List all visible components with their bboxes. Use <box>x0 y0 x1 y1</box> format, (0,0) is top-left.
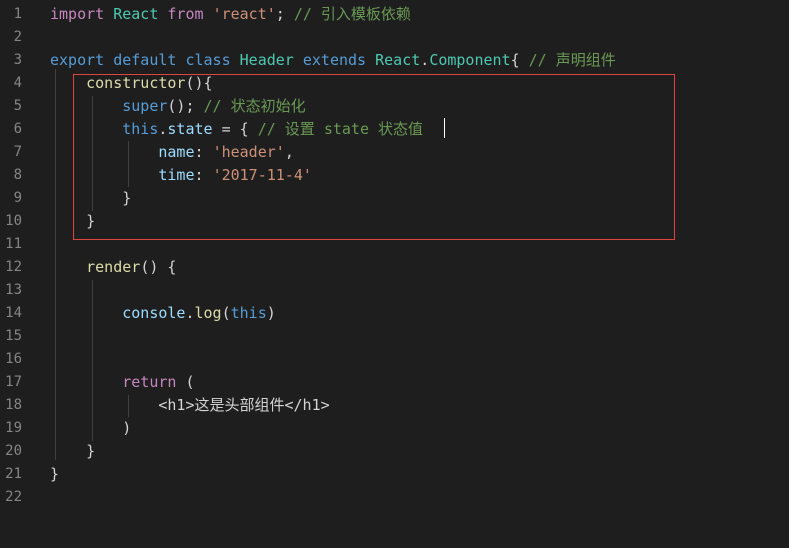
code-line[interactable]: 13 <box>0 279 789 302</box>
code-text[interactable]: render() { <box>50 256 176 279</box>
code-line[interactable]: 14 console.log(this) <box>0 302 789 325</box>
line-number: 20 <box>5 443 22 459</box>
code-line[interactable]: 15 <box>0 325 789 348</box>
code-text[interactable]: import React from 'react'; // 引入模板依赖 <box>50 3 411 26</box>
line-number: 13 <box>5 282 22 298</box>
code-token: } <box>50 465 60 483</box>
line-number: 8 <box>13 167 22 183</box>
line-number: 18 <box>5 397 22 413</box>
code-line[interactable]: 22 <box>0 486 789 509</box>
code-token: ; <box>275 5 294 23</box>
code-token: import <box>50 5 105 23</box>
code-token: Component <box>429 51 511 69</box>
indent-guide <box>128 395 129 417</box>
line-number: 9 <box>13 190 22 206</box>
code-line[interactable]: 20 } <box>0 440 789 463</box>
code-text[interactable]: export default class Header extends Reac… <box>50 49 616 72</box>
line-number: 2 <box>13 29 22 45</box>
code-line[interactable]: 17 return ( <box>0 371 789 394</box>
code-token: export <box>50 51 105 69</box>
code-token: React <box>375 51 421 69</box>
code-token: console <box>122 304 186 322</box>
code-token: class <box>185 51 231 69</box>
highlight-annotation-box <box>73 74 675 240</box>
line-number: 10 <box>5 213 22 229</box>
code-text[interactable]: return ( <box>50 371 195 394</box>
code-line[interactable]: 2 <box>0 26 789 49</box>
code-token: // 声明组件 <box>528 51 616 69</box>
line-number: 12 <box>5 259 22 275</box>
code-token: ) <box>266 304 276 322</box>
code-token: . <box>420 51 430 69</box>
code-token: () { <box>140 258 177 276</box>
code-token: ) <box>122 419 132 437</box>
code-token: render <box>86 258 141 276</box>
text-cursor <box>444 118 445 138</box>
code-line[interactable]: 21} <box>0 463 789 486</box>
line-number: 4 <box>13 75 22 91</box>
code-token: Header <box>239 51 294 69</box>
indent-guide <box>55 69 56 460</box>
code-token: this <box>230 304 267 322</box>
code-line[interactable]: 12 render() { <box>0 256 789 279</box>
line-number: 14 <box>5 305 22 321</box>
line-number: 11 <box>5 236 22 252</box>
line-number: 5 <box>13 98 22 114</box>
code-text[interactable]: } <box>50 440 95 463</box>
code-token: ( <box>176 373 195 391</box>
code-editor[interactable]: 1 import React from 'react'; // 引入模板依赖 2 3 e… <box>0 0 789 548</box>
code-text[interactable]: } <box>50 463 59 486</box>
code-token: . <box>185 304 195 322</box>
code-token: 'react' <box>212 5 276 23</box>
code-token: React <box>113 5 159 23</box>
indent-guide <box>92 280 93 441</box>
code-token: log <box>194 304 222 322</box>
code-token: <h1>这是头部组件</h1> <box>158 396 330 414</box>
line-number: 17 <box>5 374 22 390</box>
line-number: 7 <box>13 144 22 160</box>
code-line[interactable]: 19 ) <box>0 417 789 440</box>
code-token: } <box>86 442 96 460</box>
code-line[interactable]: 18 <h1>这是头部组件</h1> <box>0 394 789 417</box>
code-line[interactable]: 16 <box>0 348 789 371</box>
line-number: 15 <box>5 328 22 344</box>
code-token: from <box>167 5 204 23</box>
code-line[interactable]: 1 import React from 'react'; // 引入模板依赖 <box>0 3 789 26</box>
code-token: ( <box>221 304 231 322</box>
code-line[interactable]: 3 export default class Header extends Rea… <box>0 49 789 72</box>
code-token: return <box>122 373 177 391</box>
line-number: 6 <box>13 121 22 137</box>
line-number: 21 <box>5 466 22 482</box>
line-number: 16 <box>5 351 22 367</box>
line-number: 3 <box>13 52 22 68</box>
code-text[interactable]: ) <box>50 417 131 440</box>
code-text[interactable]: console.log(this) <box>50 302 276 325</box>
line-number: 1 <box>13 6 22 22</box>
code-token: { <box>510 51 529 69</box>
code-token: extends <box>302 51 367 69</box>
code-token: default <box>113 51 177 69</box>
line-number: 22 <box>5 489 22 505</box>
code-token: // 引入模板依赖 <box>293 5 411 23</box>
line-number: 19 <box>5 420 22 436</box>
